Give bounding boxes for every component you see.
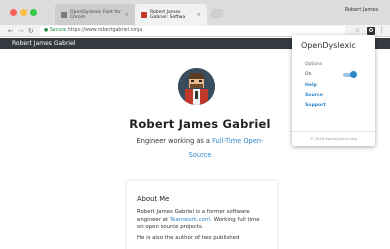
popup-title: OpenDyslexic	[301, 41, 356, 50]
about-card: About Me Robert James Gabriel is a forme…	[127, 181, 277, 249]
options-label: Options	[305, 62, 323, 67]
popup-footer: © 2018 OpenDyslexic.org	[292, 131, 375, 141]
about-paragraph: Robert James Gabriel is a former softwar…	[137, 209, 267, 232]
close-tab-icon[interactable]: ×	[197, 12, 201, 18]
extension-favicon-icon	[61, 11, 67, 18]
minimize-window-button[interactable]	[20, 9, 27, 16]
teamwork-link[interactable]: Teamwork.com	[170, 217, 211, 223]
about-paragraph: He is also the author of two published	[137, 234, 240, 241]
new-tab-button[interactable]	[209, 9, 225, 18]
on-toggle[interactable]	[343, 71, 357, 78]
extension-popup: OpenDyslexic ☰ Options On Help Source Su…	[292, 35, 375, 146]
open-source-link[interactable]: Full-Time Open-	[212, 137, 263, 145]
tab-label: OpenDyslexic Font for Chrom	[70, 9, 121, 20]
tab-opendyslexic[interactable]: OpenDyslexic Font for Chrom ×	[55, 4, 135, 25]
open-source-link-continued[interactable]: Source	[0, 151, 390, 159]
forward-arrow-icon[interactable]: →	[18, 26, 23, 36]
pixel-avatar-icon	[178, 68, 215, 105]
maximize-window-button[interactable]	[30, 9, 37, 16]
hamburger-menu-icon[interactable]: ☰	[366, 41, 372, 49]
browser-titlebar: OpenDyslexic Font for Chrom × Robert Jam…	[0, 0, 390, 25]
close-tab-icon[interactable]: ×	[125, 12, 129, 18]
site-brand-link[interactable]: Robert James Gabriel	[12, 38, 75, 49]
about-heading: About Me	[137, 195, 170, 203]
url-text: https://www.robertgabriel.ninja	[67, 28, 143, 33]
browser-menu-icon[interactable]: ⋮	[378, 25, 385, 36]
support-link[interactable]: Support	[305, 103, 375, 108]
source-link[interactable]: Source	[305, 93, 375, 98]
on-label: On	[305, 72, 312, 77]
site-favicon-icon	[141, 11, 147, 18]
profile-name[interactable]: Robert James	[345, 7, 378, 13]
popup-body: Options On Help Source Support	[292, 57, 375, 108]
tab-robert-gabriel[interactable]: Robert James Gabriel: Softwa ×	[135, 4, 207, 25]
lock-icon: ●	[44, 28, 49, 33]
tab-label: Robert James Gabriel: Softwa	[150, 9, 186, 20]
close-window-button[interactable]	[10, 9, 17, 16]
help-link[interactable]: Help	[305, 83, 375, 88]
reload-icon[interactable]: ↻	[28, 26, 33, 36]
tagline-text: Engineer working as a	[136, 137, 213, 145]
secure-label: Secure	[49, 28, 67, 33]
toggle-knob	[350, 71, 357, 78]
opendyslexic-extension-icon[interactable]: O	[367, 27, 375, 35]
avatar	[178, 68, 215, 105]
back-arrow-icon[interactable]: ←	[8, 26, 13, 36]
on-toggle-row: On	[305, 71, 375, 79]
